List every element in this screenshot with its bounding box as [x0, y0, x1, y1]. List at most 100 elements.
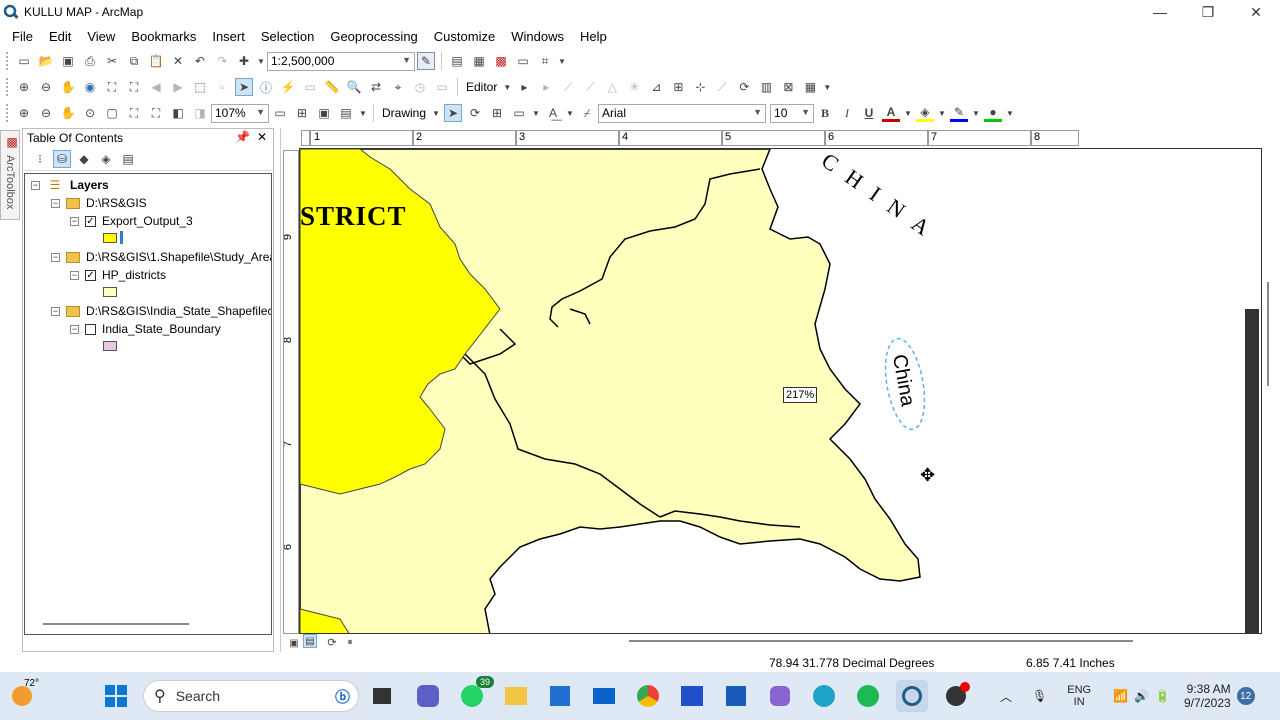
task-view-icon[interactable] — [366, 680, 398, 712]
rotate-element-icon[interactable]: ⟳ — [466, 104, 484, 122]
mail-icon[interactable] — [588, 680, 620, 712]
close-icon[interactable]: ✕ — [257, 130, 267, 144]
list-by-source-icon[interactable]: ⛁ — [53, 149, 71, 168]
italic-button[interactable]: I — [838, 104, 856, 122]
map-scale-combo[interactable]: 1:2,500,000 ▼ — [267, 51, 415, 71]
teams-icon[interactable] — [412, 680, 444, 712]
menu-windows[interactable]: Windows — [503, 29, 572, 44]
pin-icon[interactable]: 📌 — [235, 130, 250, 144]
cut-polygons-icon[interactable]: ⊹ — [691, 78, 709, 96]
weather-widget[interactable]: 72° — [6, 678, 39, 712]
data-driven-pages-icon[interactable]: ▤ — [337, 104, 355, 122]
collapse-icon[interactable]: − — [51, 198, 60, 208]
select-elements-icon[interactable]: ➤ — [235, 78, 253, 96]
pause-drawing-icon[interactable]: ⏸ — [341, 633, 359, 651]
collapse-icon[interactable]: − — [51, 252, 60, 262]
menu-bookmarks[interactable]: Bookmarks — [123, 29, 204, 44]
reshape-icon[interactable]: ⊞ — [669, 78, 687, 96]
redo-icon[interactable]: ↷ — [213, 52, 231, 70]
collapse-icon[interactable]: − — [31, 180, 40, 190]
taskbar-search[interactable]: ⚲ Search ⓑ — [143, 680, 359, 712]
select-elements-icon[interactable]: ➤ — [444, 104, 463, 122]
layer-visibility-checkbox[interactable]: ✓ — [85, 215, 96, 227]
bold-button[interactable]: B — [816, 104, 834, 122]
chevron-down-icon[interactable]: ▼ — [1006, 104, 1014, 122]
close-button[interactable]: ✕ — [1232, 0, 1280, 24]
toolbar-handle[interactable] — [6, 78, 10, 96]
measure-icon[interactable]: 📏 — [323, 78, 341, 96]
hyperlink-icon[interactable]: ⚡ — [279, 78, 297, 96]
collapse-icon[interactable]: − — [51, 306, 60, 316]
clear-selection-icon[interactable]: ▫ — [213, 78, 231, 96]
source-folder-1[interactable]: − D:\RS&GIS — [51, 194, 147, 212]
list-by-selection-icon[interactable]: ◈ — [97, 150, 115, 168]
font-combo[interactable]: Arial ▼ — [598, 103, 767, 123]
minimize-button[interactable]: — — [1136, 0, 1184, 24]
chevron-down-icon[interactable]: ▼ — [972, 104, 980, 122]
fixed-zoom-out-icon[interactable]: ⛶ — [125, 78, 143, 96]
editor-menu-button[interactable]: Editor — [462, 80, 501, 94]
layout-view-icon[interactable]: ▤ — [303, 634, 317, 648]
word-icon[interactable] — [720, 680, 752, 712]
toolbar-options-icon[interactable]: ▼ — [359, 104, 367, 122]
edge-icon[interactable] — [808, 680, 840, 712]
full-extent-icon[interactable]: ◉ — [81, 78, 99, 96]
toolbar-handle[interactable] — [6, 52, 10, 70]
time-slider-icon[interactable]: ◷ — [411, 78, 429, 96]
pan-icon[interactable]: ✋ — [59, 78, 77, 96]
copilot-icon[interactable] — [764, 680, 796, 712]
toggle-draft-icon[interactable]: ▭ — [271, 104, 289, 122]
python-window-icon[interactable]: ▭ — [514, 52, 532, 70]
zoom-in-icon[interactable]: ⊕ — [15, 78, 33, 96]
data-view-icon[interactable]: ▣ — [285, 634, 303, 652]
map-data-frame[interactable]: CHINA China STRICT 217% ✥ — [299, 148, 1262, 634]
endpoint-arc-icon[interactable]: ⟋ — [581, 78, 599, 96]
chrome-icon[interactable] — [632, 680, 664, 712]
zoom-out-icon[interactable]: ⊖ — [37, 78, 55, 96]
layout-pan-icon[interactable]: ✋ — [59, 104, 77, 122]
microphone-icon[interactable]: 🎙 — [1032, 689, 1047, 703]
copy-icon[interactable]: ⧉ — [125, 52, 143, 70]
chevron-down-icon[interactable]: ▼ — [566, 104, 574, 122]
zoom-100-icon[interactable]: ▢ — [103, 104, 121, 122]
font-color-icon[interactable]: A — [882, 104, 901, 122]
layout-fixed-zoom-out-icon[interactable]: ⛶ — [147, 104, 165, 122]
layer-symbol-swatch[interactable] — [103, 287, 117, 297]
drawing-menu-button[interactable]: Drawing — [378, 106, 430, 120]
add-data-dropdown-icon[interactable]: ▼ — [257, 52, 265, 70]
microsoft-store-icon[interactable] — [544, 680, 576, 712]
clock[interactable]: 9:38 AM 9/7/2023 — [1184, 682, 1231, 710]
layout-back-icon[interactable]: ◧ — [169, 104, 187, 122]
paste-icon[interactable]: 📋 — [147, 52, 165, 70]
refresh-icon[interactable]: ⟳ — [323, 633, 341, 651]
layout-zoom-out-icon[interactable]: ⊖ — [37, 104, 55, 122]
split-icon[interactable]: ⟋ — [713, 78, 731, 96]
cut-icon[interactable]: ✂ — [103, 52, 121, 70]
new-text-icon[interactable]: A͟ — [544, 104, 562, 122]
line-color-icon[interactable]: ✎ — [950, 104, 969, 122]
maximize-button[interactable]: ❐ — [1184, 0, 1232, 24]
collapse-icon[interactable]: − — [70, 270, 79, 280]
whatsapp-icon[interactable]: 39 — [456, 676, 494, 712]
spotify-icon[interactable] — [852, 680, 884, 712]
horizontal-scrollbar[interactable] — [629, 640, 1133, 642]
menu-edit[interactable]: Edit — [41, 29, 79, 44]
edit-vertices-icon[interactable]: ⊿ — [647, 78, 665, 96]
identify-icon[interactable]: ⓘ — [257, 78, 275, 96]
undo-icon[interactable]: ↶ — [191, 52, 209, 70]
menu-customize[interactable]: Customize — [426, 29, 503, 44]
search-window-icon[interactable]: ▦ — [470, 52, 488, 70]
trace-icon[interactable]: △ — [603, 78, 621, 96]
toolbar-options-icon[interactable]: ▼ — [558, 52, 566, 70]
collapse-icon[interactable]: − — [70, 324, 79, 334]
edit-annotation-icon[interactable]: ▸ — [537, 78, 555, 96]
language-indicator[interactable]: ENG IN — [1067, 684, 1091, 708]
toolbar-options-icon[interactable]: ▼ — [823, 78, 831, 96]
straight-segment-icon[interactable]: ⟋ — [559, 78, 577, 96]
new-document-icon[interactable]: ▭ — [15, 52, 33, 70]
menu-help[interactable]: Help — [572, 29, 615, 44]
arctoolbox-icon[interactable]: ▩ — [492, 52, 510, 70]
layout-zoom-combo[interactable]: 107% ▼ — [211, 103, 269, 123]
layout-zoom-in-icon[interactable]: ⊕ — [15, 104, 33, 122]
china-label-group[interactable]: China — [879, 336, 930, 433]
